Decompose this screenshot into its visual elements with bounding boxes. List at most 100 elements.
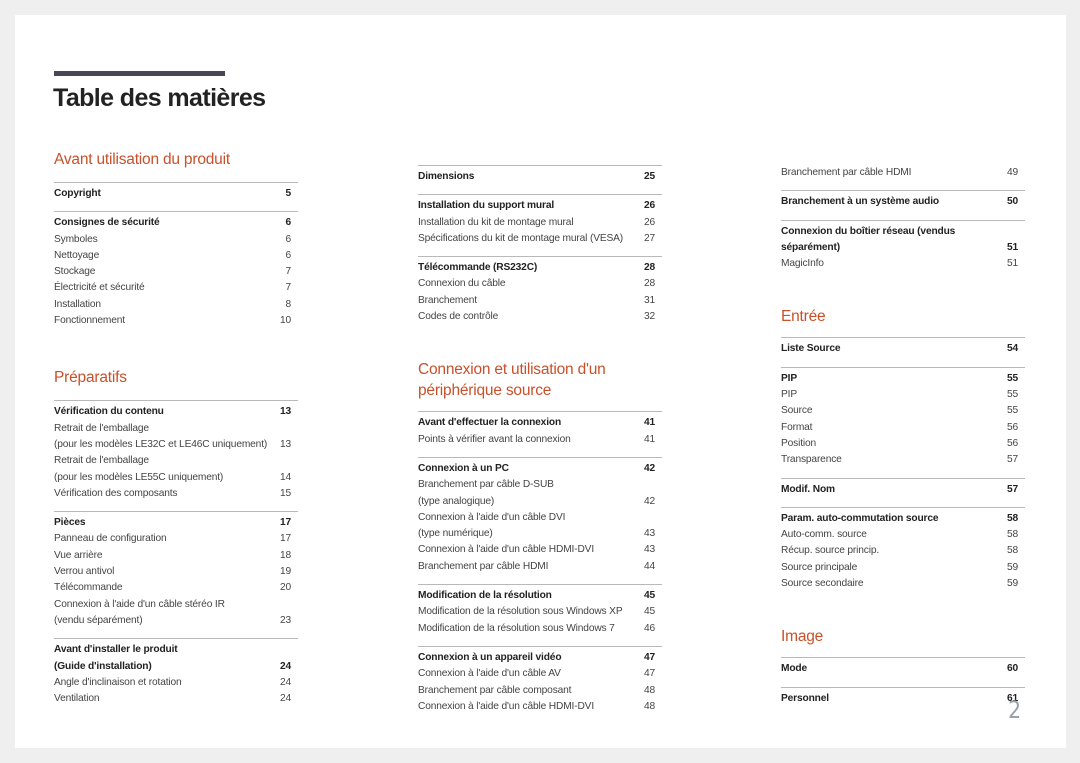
toc-entry[interactable]: Points à vérifier avant la connexion 41	[418, 432, 662, 448]
toc-entry-page: 56	[1006, 421, 1018, 433]
toc-entry-main[interactable]: Avant d'installer le produit (Guide d'in…	[54, 642, 298, 675]
toc-entry-main[interactable]: Installation du support mural 26	[418, 198, 662, 214]
toc-entry[interactable]: Source 55	[781, 403, 1025, 419]
toc-group: Avant d'effectuer la connexion 41 Points à…	[418, 411, 662, 448]
toc-entry[interactable]: Symboles 6	[54, 232, 298, 248]
toc-entry[interactable]: Nettoyage 6	[54, 248, 298, 264]
toc-entry-main[interactable]: Modification de la résolution 45	[418, 588, 662, 604]
toc-entry-label: Télécommande (RS232C)	[418, 262, 538, 274]
toc-entry-page: 28	[643, 262, 655, 274]
toc-entry-page: 24	[279, 660, 291, 672]
toc-entry-page: 17	[279, 517, 291, 529]
toc-entry[interactable]: Modification de la résolution sous Windo…	[418, 604, 662, 620]
toc-entry[interactable]: Installation du kit de montage mural 26	[418, 215, 662, 231]
toc-entry[interactable]: Connexion à l'aide d'un câble DVI (type …	[418, 510, 662, 543]
toc-entry-main[interactable]: Branchement à un système audio 50	[781, 194, 1025, 210]
toc-group: Dimensions 25	[418, 165, 662, 185]
toc-entry-main[interactable]: Personnel 61	[781, 691, 1025, 707]
toc-entry-label: Connexion à un appareil vidéo	[418, 651, 562, 663]
toc-entry-page: 43	[643, 528, 655, 540]
toc-entry[interactable]: Position 56	[781, 436, 1025, 452]
toc-entry-label: Connexion à l'aide d'un câble HDMI-DVI	[418, 700, 594, 712]
toc-entry[interactable]: Vérification des composants 15	[54, 486, 298, 502]
section-heading: Connexion et utilisation d'un périphériq…	[418, 361, 606, 400]
toc-entry[interactable]: Verrou antivol 19	[54, 564, 298, 580]
toc-entry[interactable]: Électricité et sécurité 7	[54, 280, 298, 296]
toc-entry[interactable]: PIP 55	[781, 387, 1025, 403]
toc-entry-label: Branchement par câble D-SUB (type analog…	[418, 479, 554, 507]
toc-entry-main[interactable]: PIP 55	[781, 371, 1025, 387]
toc-entry[interactable]: Branchement par câble HDMI 44	[418, 559, 662, 575]
toc-group: Modification de la résolution 45 Modificat…	[418, 584, 662, 637]
toc-entry-label: Consignes de sécurité	[54, 217, 160, 229]
toc-entry[interactable]: Vue arrière 18	[54, 548, 298, 564]
toc-entry-main[interactable]: Connexion du boîtier réseau (vendus sépa…	[781, 224, 1025, 257]
toc-entry[interactable]: Transparence 57	[781, 452, 1025, 468]
toc-entry[interactable]: Connexion du câble 28	[418, 276, 662, 292]
toc-entry[interactable]: Branchement par câble composant 48	[418, 683, 662, 699]
toc-entry-page: 24	[279, 676, 291, 688]
toc-entry[interactable]: Panneau de configuration 17	[54, 531, 298, 547]
toc-entry-main[interactable]: Vérification du contenu 13	[54, 404, 298, 420]
toc-entry-label: Source secondaire	[781, 578, 864, 590]
toc-entry-page: 26	[643, 200, 655, 212]
toc-entry[interactable]: Source secondaire 59	[781, 576, 1025, 592]
toc-entry[interactable]: Ventilation 24	[54, 691, 298, 707]
toc-entry[interactable]: Branchement par câble HDMI 49	[781, 165, 1025, 181]
toc-entry[interactable]: Branchement par câble D-SUB (type analog…	[418, 477, 662, 510]
toc-entry-label: Dimensions	[418, 171, 475, 182]
toc-entry-label: Connexion à l'aide d'un câble stéréo IR …	[54, 598, 225, 626]
toc-entry[interactable]: Spécifications du kit de montage mural (…	[418, 231, 662, 247]
toc-entry[interactable]: Auto-comm. source 58	[781, 527, 1025, 543]
toc-entry-main[interactable]: Copyright 5	[54, 186, 298, 202]
toc-section: Entrée Liste Source 54 PIP 55 PIP 55 Source 55 Fo…	[781, 306, 1025, 592]
toc-entry-main[interactable]: Télécommande (RS232C) 28	[418, 260, 662, 276]
toc-entry[interactable]: Retrait de l'emballage (pour les modèles…	[54, 453, 298, 486]
toc-entry[interactable]: Retrait de l'emballage (pour les modèles…	[54, 421, 298, 454]
toc-entry-main[interactable]: Liste Source 54	[781, 341, 1025, 357]
toc-entry[interactable]: Codes de contrôle 32	[418, 309, 662, 325]
toc-entry-main[interactable]: Avant d'effectuer la connexion 41	[418, 415, 662, 431]
toc-entry[interactable]: Installation 8	[54, 297, 298, 313]
toc-entry-main[interactable]: Param. auto-commutation source 58	[781, 511, 1025, 527]
toc-entry[interactable]: MagicInfo 51	[781, 256, 1025, 272]
section-heading: Avant utilisation du produit	[54, 151, 230, 168]
toc-entry-page: 7	[285, 266, 291, 278]
toc-entry-main[interactable]: Mode 60	[781, 661, 1025, 677]
toc-entry[interactable]: Modification de la résolution sous Windo…	[418, 621, 662, 637]
toc-entry-main[interactable]: Consignes de sécurité 6	[54, 215, 298, 231]
toc-entry[interactable]: Connexion à l'aide d'un câble stéréo IR …	[54, 597, 298, 630]
toc-entry-page: 26	[643, 216, 655, 228]
toc-section: Image Mode 60 Personnel 61	[781, 626, 1025, 707]
toc-entry[interactable]: Fonctionnement 10	[54, 313, 298, 329]
toc-entry[interactable]: Connexion à l'aide d'un câble AV 47	[418, 666, 662, 682]
toc-entry-label: Branchement par câble HDMI	[781, 167, 912, 178]
toc-entry-label: Source principale	[781, 561, 858, 573]
toc-entry[interactable]: Télécommande 20	[54, 580, 298, 596]
toc-group: Liste Source 54	[781, 337, 1025, 357]
toc-entry-main[interactable]: Dimensions 25	[418, 169, 662, 185]
toc-entry-main[interactable]: Modif. Nom 57	[781, 482, 1025, 498]
toc-entry-label: Récup. source princip.	[781, 545, 880, 557]
toc-entry[interactable]: Format 56	[781, 420, 1025, 436]
toc-entry[interactable]: Source principale 59	[781, 560, 1025, 576]
toc-entry[interactable]: Connexion à l'aide d'un câble HDMI-DVI 48	[418, 699, 662, 715]
toc-entry-main[interactable]: Pièces 17	[54, 515, 298, 531]
toc-entry-page: 50	[1006, 196, 1018, 208]
toc-entry-main[interactable]: Connexion à un appareil vidéo 47	[418, 650, 662, 666]
toc-entry-page: 6	[285, 217, 291, 229]
toc-entry-label: Connexion à l'aide d'un câble AV	[418, 668, 561, 680]
toc-entry-main[interactable]: Connexion à un PC 42	[418, 461, 662, 477]
toc-group: PIP 55 PIP 55 Source 55 Format 56 Position 56 Tran…	[781, 366, 1025, 469]
toc-entry-page: 13	[279, 438, 291, 450]
toc-entry-label: Retrait de l'emballage (pour les modèles…	[54, 422, 268, 450]
toc-entry[interactable]: Récup. source princip. 58	[781, 543, 1025, 559]
toc-entry-page: 7	[285, 282, 291, 294]
toc-entry[interactable]: Connexion à l'aide d'un câble HDMI-DVI 43	[418, 542, 662, 558]
toc-entry[interactable]: Angle d'inclinaison et rotation 24	[54, 675, 298, 691]
toc-entry[interactable]: Stockage 7	[54, 264, 298, 280]
toc-entry-page: 51	[1006, 258, 1018, 270]
toc-entry-page: 57	[1006, 454, 1018, 466]
toc-entry[interactable]: Branchement 31	[418, 293, 662, 309]
toc-entry-page: 42	[643, 462, 655, 474]
